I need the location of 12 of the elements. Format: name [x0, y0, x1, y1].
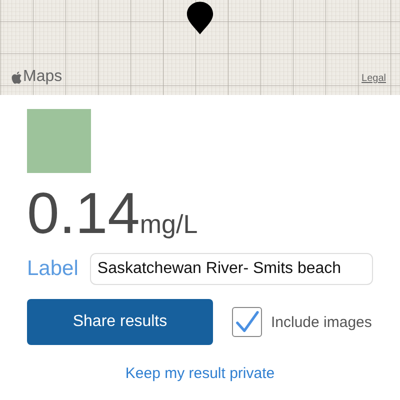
apple-logo-icon [11, 70, 22, 84]
reading-unit: mg/L [140, 209, 198, 240]
share-button[interactable]: Share results [27, 299, 213, 345]
field-label: Label [27, 257, 78, 281]
map-pin-icon [186, 0, 214, 37]
legal-link[interactable]: Legal [362, 73, 386, 84]
checkbox-label: Include images [271, 314, 372, 330]
label-input-field[interactable]: Saskatchewan River- Smits beach [90, 253, 373, 285]
keep-private-link[interactable]: Keep my result private [125, 365, 275, 382]
maps-attribution: Maps [23, 68, 62, 86]
include-images-checkbox[interactable] [232, 307, 262, 337]
reading-value: 0.14 [27, 183, 140, 245]
